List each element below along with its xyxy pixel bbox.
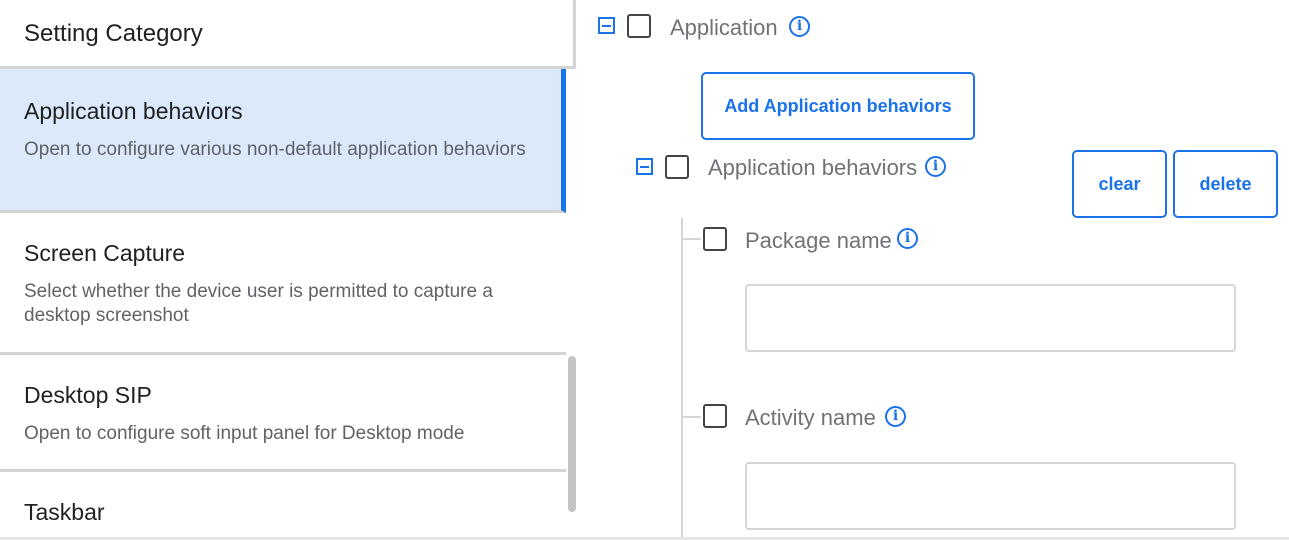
clear-button[interactable]: clear bbox=[1072, 150, 1167, 218]
category-title: Desktop SIP bbox=[24, 382, 152, 408]
category-description: Open to configure various non-default ap… bbox=[24, 139, 526, 160]
category-description: Select whether the device user is permit… bbox=[24, 281, 493, 326]
info-icon[interactable]: i bbox=[925, 156, 946, 177]
activity-name-input[interactable] bbox=[745, 462, 1236, 530]
add-application-behaviors-button[interactable]: Add Application behaviors bbox=[701, 72, 975, 140]
tree-connector-horizontal bbox=[681, 416, 701, 418]
info-icon[interactable]: i bbox=[789, 16, 810, 37]
activity-name-label: Activity name bbox=[745, 405, 876, 430]
category-list: Application behaviors Open to configure … bbox=[0, 69, 566, 540]
category-item-desktop-sip[interactable]: Desktop SIP Open to configure soft input… bbox=[0, 355, 566, 472]
application-checkbox[interactable] bbox=[627, 14, 651, 38]
info-icon[interactable]: i bbox=[885, 406, 906, 427]
category-description: Open to configure soft input panel for D… bbox=[24, 423, 465, 444]
category-item-application-behaviors[interactable]: Application behaviors Open to configure … bbox=[0, 69, 566, 213]
category-title: Screen Capture bbox=[24, 240, 186, 266]
info-icon[interactable]: i bbox=[897, 228, 918, 249]
package-name-checkbox[interactable] bbox=[703, 227, 727, 251]
package-name-input[interactable] bbox=[745, 284, 1236, 352]
application-behaviors-checkbox[interactable] bbox=[665, 155, 689, 179]
collapse-minus-icon[interactable] bbox=[598, 17, 615, 34]
settings-tree-panel: Application i Add Application behaviors … bbox=[577, 0, 1289, 540]
application-behaviors-label: Application behaviors bbox=[708, 155, 918, 180]
package-name-label: Package name bbox=[745, 228, 892, 253]
sidebar-scrollbar-thumb[interactable] bbox=[568, 356, 576, 512]
tree-connector-horizontal bbox=[681, 238, 701, 240]
sidebar-header-title: Setting Category bbox=[24, 20, 203, 47]
application-label: Application bbox=[670, 15, 778, 40]
category-title: Application behaviors bbox=[24, 98, 243, 124]
category-item-screen-capture[interactable]: Screen Capture Select whether the device… bbox=[0, 213, 566, 355]
collapse-minus-icon[interactable] bbox=[636, 158, 653, 175]
sidebar-header: Setting Category bbox=[0, 0, 576, 69]
delete-button[interactable]: delete bbox=[1173, 150, 1278, 218]
settings-category-sidebar: Setting Category Application behaviors O… bbox=[0, 0, 577, 540]
category-title: Taskbar bbox=[24, 499, 105, 525]
category-item-taskbar[interactable]: Taskbar bbox=[0, 472, 566, 540]
activity-name-checkbox[interactable] bbox=[703, 404, 727, 428]
tree-connector-vertical bbox=[681, 218, 683, 540]
